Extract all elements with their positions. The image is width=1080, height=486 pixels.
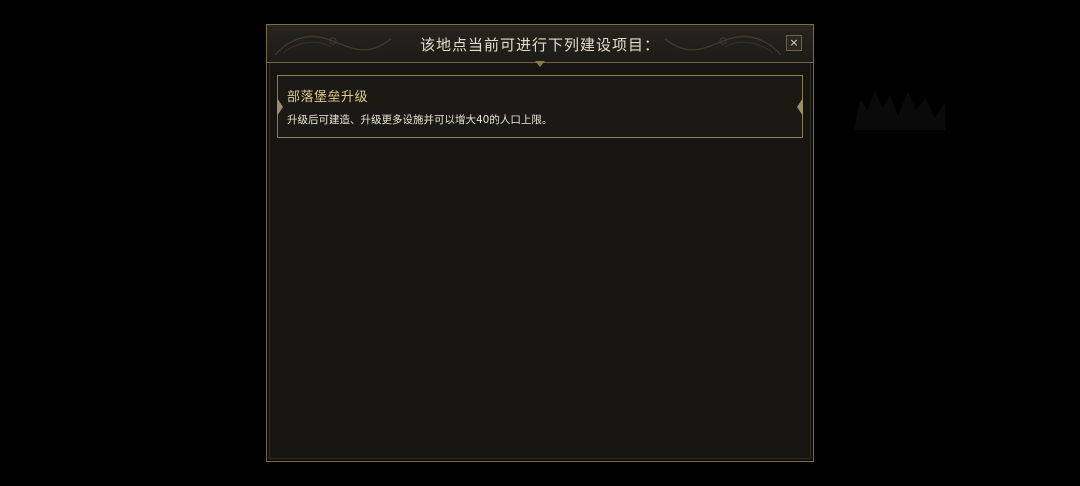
close-button[interactable]: × <box>786 35 802 51</box>
dialog-title: 该地点当前可进行下列建设项目： <box>419 36 660 54</box>
project-name: 部落堡垒升级 <box>287 90 369 105</box>
project-card-tribe-fortress-upgrade[interactable]: 部落堡垒升级 升级后可建造、升级更多设施并可以增大40的人口上限。 <box>277 75 803 138</box>
card-tab-left <box>277 98 283 116</box>
close-icon[interactable]: × <box>789 36 798 49</box>
card-tab-right <box>797 98 803 116</box>
dialog-header: 该地点当前可进行下列建设项目： × <box>267 25 813 63</box>
background-scenery <box>855 90 945 130</box>
game-screen: 该地点当前可进行下列建设项目： × 部落堡垒升级 升级后可建造、升级更多设施并可… <box>0 0 1080 486</box>
build-projects-dialog: 该地点当前可进行下列建设项目： × 部落堡垒升级 升级后可建造、升级更多设施并可… <box>266 24 814 462</box>
project-list: 部落堡垒升级 升级后可建造、升级更多设施并可以增大40的人口上限。 <box>277 75 803 450</box>
project-description: 升级后可建造、升级更多设施并可以增大40的人口上限。 <box>287 114 553 126</box>
header-notch <box>535 61 545 67</box>
